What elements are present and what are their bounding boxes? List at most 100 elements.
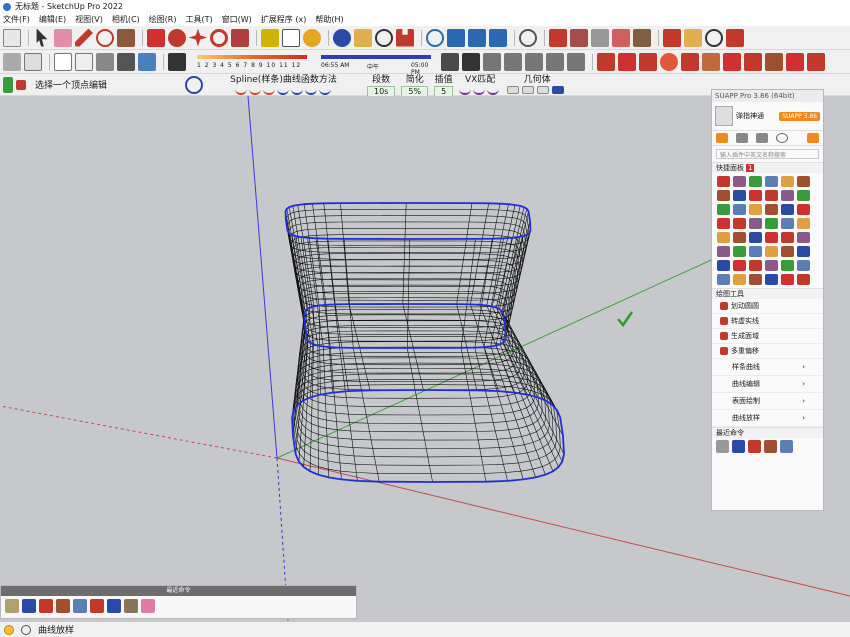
quick-tool-icon[interactable] [749, 246, 762, 257]
menu-list-icon[interactable] [807, 133, 819, 143]
xray-icon[interactable] [3, 52, 21, 71]
quick-tool-icon[interactable] [781, 274, 794, 285]
section-cut-icon[interactable] [612, 28, 630, 47]
quick-tool-icon[interactable] [733, 260, 746, 271]
quick-tool-icon[interactable] [749, 176, 762, 187]
rotate-icon[interactable] [210, 28, 228, 47]
menu-camera[interactable]: 相机(C) [112, 14, 140, 25]
arc-icon[interactable] [96, 28, 114, 47]
quick-tool-icon[interactable] [717, 260, 730, 271]
suapp-array-icon[interactable] [723, 52, 741, 71]
recent-command-icon[interactable] [73, 599, 87, 613]
vx-curve-icon[interactable] [459, 86, 472, 95]
menu-window[interactable]: 窗口(W) [222, 14, 252, 25]
time-slider-track[interactable] [321, 54, 431, 59]
quick-panel-header[interactable]: 快捷面板 1 [712, 162, 823, 173]
quick-tool-icon[interactable] [797, 218, 810, 229]
suapp-stair-icon[interactable] [702, 52, 720, 71]
quick-tool-icon[interactable] [749, 204, 762, 215]
recent-command-icon[interactable] [124, 599, 138, 613]
move-icon[interactable] [189, 28, 207, 47]
quick-tool-icon[interactable] [717, 246, 730, 257]
spline-curve-icon[interactable] [234, 86, 247, 95]
layout-send-icon[interactable] [489, 28, 507, 47]
quick-tool-icon[interactable] [797, 274, 810, 285]
menu-help[interactable]: 帮助(H) [315, 14, 343, 25]
quick-tool-icon[interactable] [765, 176, 778, 187]
recent-command-icon[interactable] [56, 599, 70, 613]
recent-command-icon[interactable] [107, 599, 121, 613]
extension-warehouse-icon[interactable] [468, 28, 486, 47]
quick-tool-icon[interactable] [749, 232, 762, 243]
recent-command-icon[interactable] [716, 440, 729, 453]
submenu-curve-loft[interactable]: 曲线放样 › [712, 410, 823, 427]
top-view-icon[interactable] [483, 52, 501, 71]
recent-command-icon[interactable] [39, 599, 53, 613]
scale-icon[interactable] [231, 28, 249, 47]
list-item[interactable]: 生成面域 [712, 329, 823, 344]
section-plane-icon[interactable] [549, 28, 567, 47]
quick-tool-icon[interactable] [781, 246, 794, 257]
quick-tool-icon[interactable] [717, 232, 730, 243]
menu-view[interactable]: 视图(V) [75, 14, 103, 25]
shadow-settings-slider[interactable]: 1 2 3 4 5 6 7 8 9 10 11 12 06:55 AM 中午 0… [195, 52, 435, 76]
menu-draw[interactable]: 绘图(R) [149, 14, 177, 25]
monochrome-icon[interactable] [138, 52, 156, 71]
quick-tool-icon[interactable] [781, 190, 794, 201]
quick-tool-icon[interactable] [733, 274, 746, 285]
quick-tool-icon[interactable] [733, 246, 746, 257]
recent-command-icon[interactable] [141, 599, 155, 613]
look-around-icon[interactable] [705, 28, 723, 47]
refresh-icon[interactable] [185, 75, 203, 94]
tape-measure-icon[interactable] [261, 28, 279, 47]
eraser-icon[interactable] [54, 28, 72, 47]
section-display-icon[interactable] [591, 28, 609, 47]
list-item[interactable]: 划动圆圆 [712, 299, 823, 314]
quick-tool-icon[interactable] [749, 274, 762, 285]
recent-command-icon[interactable] [748, 440, 761, 453]
recent-command-icon[interactable] [764, 440, 777, 453]
zoom-extents-icon[interactable] [396, 28, 414, 47]
quick-tool-icon[interactable] [765, 274, 778, 285]
geo-location-status-icon[interactable] [4, 624, 14, 635]
quick-tool-icon[interactable] [781, 176, 794, 187]
quick-tool-icon[interactable] [749, 260, 762, 271]
spline-curve-icon[interactable] [290, 86, 303, 95]
select-arrow-icon[interactable] [36, 28, 48, 47]
back-edges-icon[interactable] [24, 52, 42, 71]
back-view-icon[interactable] [546, 52, 564, 71]
recent-command-icon[interactable] [732, 440, 745, 453]
wireframe-icon[interactable] [54, 52, 72, 71]
vx-curve-icon[interactable] [487, 86, 500, 95]
spline-curve-icon[interactable] [318, 86, 331, 95]
quick-tool-icon[interactable] [765, 218, 778, 229]
orbit-icon[interactable] [333, 28, 351, 47]
quick-tool-icon[interactable] [733, 218, 746, 229]
recent-command-icon[interactable] [780, 440, 793, 453]
axis-toggle-icon[interactable] [3, 76, 13, 93]
menu-edit[interactable]: 编辑(E) [39, 14, 66, 25]
geo-location-icon[interactable] [426, 28, 444, 47]
suapp-tool-icon[interactable] [639, 52, 657, 71]
suapp-stamp-icon[interactable] [807, 52, 825, 71]
quick-tool-icon[interactable] [797, 260, 810, 271]
suapp-cut-icon[interactable] [744, 52, 762, 71]
recent-commands-header[interactable]: 最近命令 [712, 427, 823, 438]
recent-command-icon[interactable] [90, 599, 104, 613]
suapp-cube-icon[interactable] [618, 52, 636, 71]
paint-bucket-icon[interactable] [303, 28, 321, 47]
left-view-icon[interactable] [567, 52, 585, 71]
quick-tool-icon[interactable] [717, 218, 730, 229]
quick-tool-icon[interactable] [749, 190, 762, 201]
user-account-icon[interactable] [519, 28, 537, 47]
quick-tool-icon[interactable] [765, 246, 778, 257]
vx-curve-icon[interactable] [473, 86, 486, 95]
suapp-wall-icon[interactable] [765, 52, 783, 71]
quick-tool-icon[interactable] [733, 232, 746, 243]
avatar[interactable] [715, 106, 733, 126]
follow-me-icon[interactable] [168, 28, 186, 47]
quick-tool-icon[interactable] [765, 204, 778, 215]
previous-view-icon[interactable] [663, 28, 681, 47]
section-fill-icon[interactable] [570, 28, 588, 47]
geometry-option-icon[interactable] [537, 86, 550, 94]
